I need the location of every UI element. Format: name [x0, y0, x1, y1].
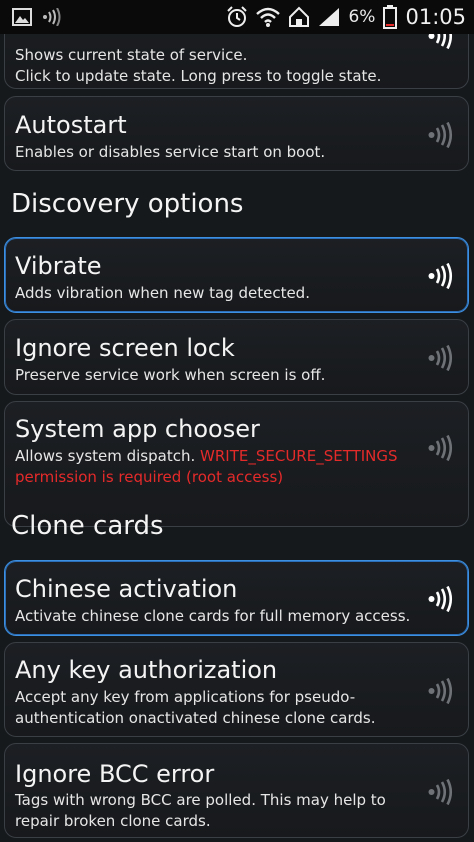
- nfc-toggle-off-icon[interactable]: [428, 435, 454, 461]
- autostart-description: Enables or disables service start on boo…: [15, 143, 326, 161]
- nfc-toggle-off-icon[interactable]: [428, 678, 454, 704]
- chinese-activation-item[interactable]: Chinese activation Activate chinese clon…: [4, 560, 469, 636]
- system-app-chooser-description: Allows system dispatch. WRITE_SECURE_SET…: [15, 446, 415, 488]
- wifi-icon: [256, 6, 281, 28]
- any-key-authorization-title: Any key authorization: [15, 656, 278, 684]
- vibrate-item[interactable]: Vibrate Adds vibration when new tag dete…: [4, 237, 469, 313]
- signal-icon: [318, 7, 340, 27]
- ignore-bcc-error-title: Ignore BCC error: [15, 760, 215, 788]
- vibrate-title: Vibrate: [15, 252, 102, 280]
- section-discovery-options: Discovery options: [11, 189, 244, 219]
- vibrate-description: Adds vibration when new tag detected.: [15, 284, 310, 302]
- nfc-toggle-off-icon[interactable]: [428, 345, 454, 371]
- chinese-activation-title: Chinese activation: [15, 575, 238, 603]
- any-key-authorization-description: Accept any key from applications for pse…: [15, 688, 376, 727]
- ignore-screen-lock-item[interactable]: Ignore screen lock Preserve service work…: [4, 319, 469, 395]
- system-app-chooser-item[interactable]: System app chooser Allows system dispatc…: [4, 401, 469, 527]
- battery-percent: 6%: [348, 7, 376, 27]
- home-icon: [288, 6, 310, 28]
- any-key-authorization-item[interactable]: Any key authorization Accept any key fro…: [4, 642, 469, 737]
- ignore-bcc-error-item[interactable]: Ignore BCC error Tags with wrong BCC are…: [4, 743, 469, 838]
- autostart-item[interactable]: Autostart Enables or disables service st…: [4, 96, 469, 171]
- nfc-toggle-off-icon[interactable]: [428, 122, 454, 148]
- status-bar: 6% 01:05: [0, 0, 474, 34]
- nfc-toggle-on-icon[interactable]: [428, 586, 454, 612]
- chinese-activation-description: Activate chinese clone cards for full me…: [15, 607, 411, 625]
- gallery-icon: [12, 8, 32, 26]
- ignore-bcc-error-description: Tags with wrong BCC are polled. This may…: [15, 791, 386, 830]
- nfc-waves-icon: [42, 8, 62, 26]
- section-clone-cards: Clone cards: [11, 511, 164, 541]
- ignore-screen-lock-title: Ignore screen lock: [15, 334, 235, 362]
- alarm-icon: [226, 6, 248, 28]
- service-state-description: Shows current state of service. Click to…: [15, 46, 382, 85]
- battery-icon: [383, 5, 398, 29]
- autostart-title: Autostart: [15, 111, 127, 139]
- clock: 01:05: [405, 5, 466, 29]
- system-app-chooser-title: System app chooser: [15, 415, 260, 443]
- ignore-screen-lock-description: Preserve service work when screen is off…: [15, 366, 326, 384]
- system-app-chooser-desc-text: Allows system dispatch.: [15, 447, 196, 465]
- nfc-toggle-off-icon[interactable]: [428, 779, 454, 805]
- nfc-toggle-on-icon[interactable]: [428, 263, 454, 289]
